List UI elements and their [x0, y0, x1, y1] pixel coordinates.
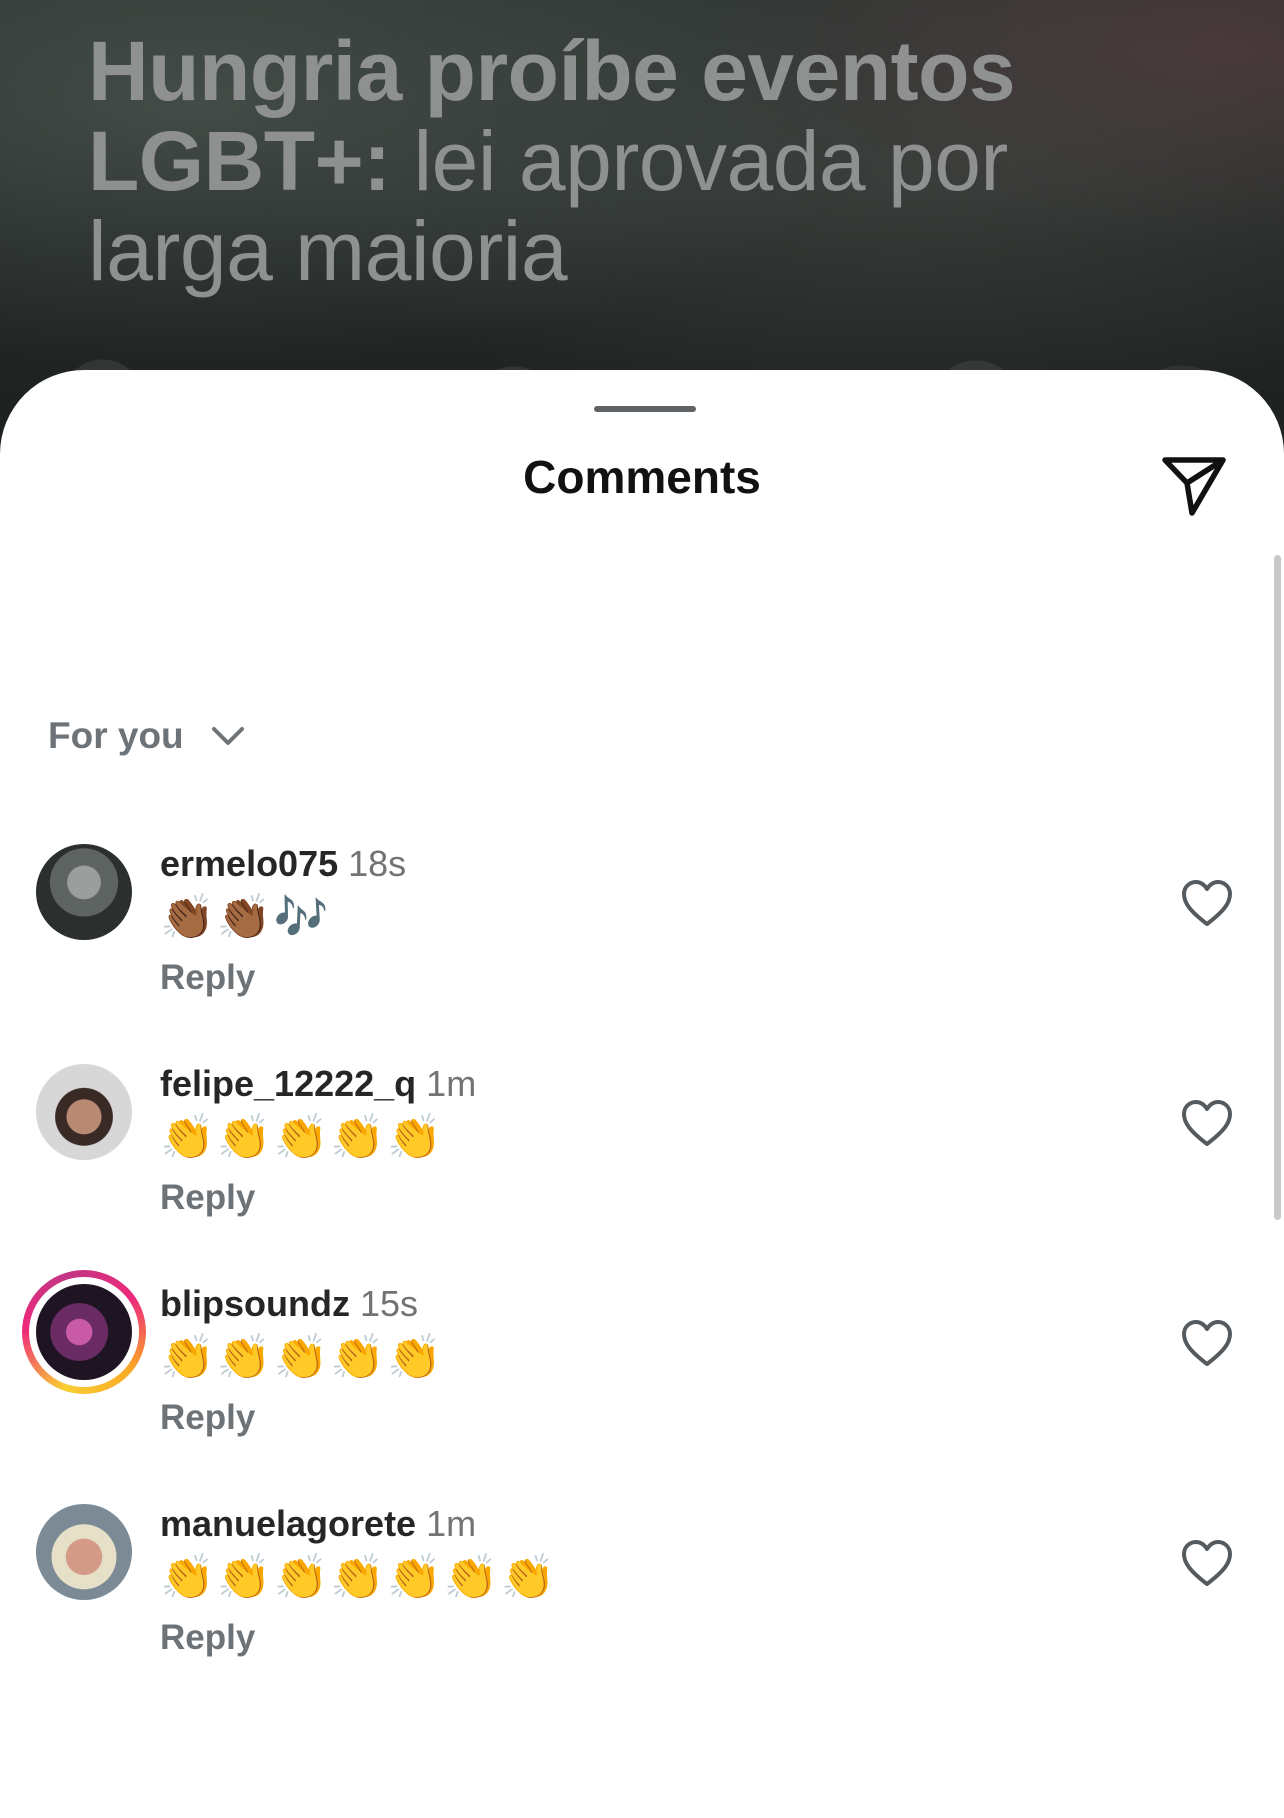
comment-header: ermelo075 18s [160, 842, 406, 886]
avatar[interactable] [36, 844, 132, 940]
avatar-image [36, 1284, 132, 1380]
chevron-down-icon [211, 727, 244, 745]
comment-header: manuelagorete 1m [160, 1502, 476, 1546]
comment-time: 15s [359, 1283, 419, 1324]
reply-button[interactable]: Reply [160, 958, 255, 998]
comment-text: 👏👏👏👏👏👏👏 [160, 1552, 558, 1603]
avatar-image [36, 1064, 132, 1160]
comment-time: 1m [426, 1503, 477, 1544]
heart-outline-icon [1182, 880, 1232, 926]
like-button[interactable] [1180, 1318, 1234, 1368]
post-headline: Hungria proíbe eventos LGBT+: lei aprova… [88, 26, 1088, 296]
sheet-title: Comments [523, 451, 761, 503]
comments-sheet: Comments For you ermelo075 18s 👏🏾👏🏾🎶 Repl… [0, 370, 1284, 1818]
comment-header: blipsoundz 15s [160, 1282, 418, 1326]
comment-item: felipe_12222_q 1m 👏👏👏👏👏 Reply [0, 1050, 1270, 1270]
comment-item: manuelagorete 1m 👏👏👏👏👏👏👏 Reply [0, 1490, 1270, 1710]
comment-text: 👏🏾👏🏾🎶 [160, 892, 331, 943]
share-button[interactable] [1158, 448, 1230, 520]
avatar[interactable] [36, 1064, 132, 1160]
avatar[interactable] [22, 1270, 146, 1394]
sort-dropdown[interactable]: For you [48, 708, 246, 764]
sort-label: For you [48, 715, 184, 756]
heart-outline-icon [1182, 1540, 1232, 1586]
like-button[interactable] [1180, 878, 1234, 928]
comment-header: felipe_12222_q 1m [160, 1062, 476, 1106]
story-ring [22, 1270, 146, 1394]
reply-button[interactable]: Reply [160, 1178, 255, 1218]
scrollbar[interactable] [1274, 555, 1281, 1220]
comment-text: 👏👏👏👏👏 [160, 1112, 444, 1163]
comment-text: 👏👏👏👏👏 [160, 1332, 444, 1383]
reply-button[interactable]: Reply [160, 1398, 255, 1438]
comment-username[interactable]: ermelo075 [160, 843, 338, 884]
paper-plane-icon [1162, 457, 1226, 516]
comment-username[interactable]: blipsoundz [160, 1283, 350, 1324]
comment-username[interactable]: manuelagorete [160, 1503, 416, 1544]
like-button[interactable] [1180, 1538, 1234, 1588]
heart-outline-icon [1182, 1320, 1232, 1366]
sheet-drag-handle[interactable] [594, 406, 696, 412]
comment-item: ermelo075 18s 👏🏾👏🏾🎶 Reply [0, 830, 1270, 1050]
comment-time: 1m [426, 1063, 477, 1104]
avatar[interactable] [36, 1504, 132, 1600]
reply-button[interactable]: Reply [160, 1618, 255, 1658]
avatar-image [36, 844, 132, 940]
comment-time: 18s [348, 843, 407, 884]
avatar-image [36, 1504, 132, 1600]
comment-item: blipsoundz 15s 👏👏👏👏👏 Reply [0, 1270, 1270, 1490]
comment-username[interactable]: felipe_12222_q [160, 1063, 416, 1104]
like-button[interactable] [1180, 1098, 1234, 1148]
heart-outline-icon [1182, 1100, 1232, 1146]
